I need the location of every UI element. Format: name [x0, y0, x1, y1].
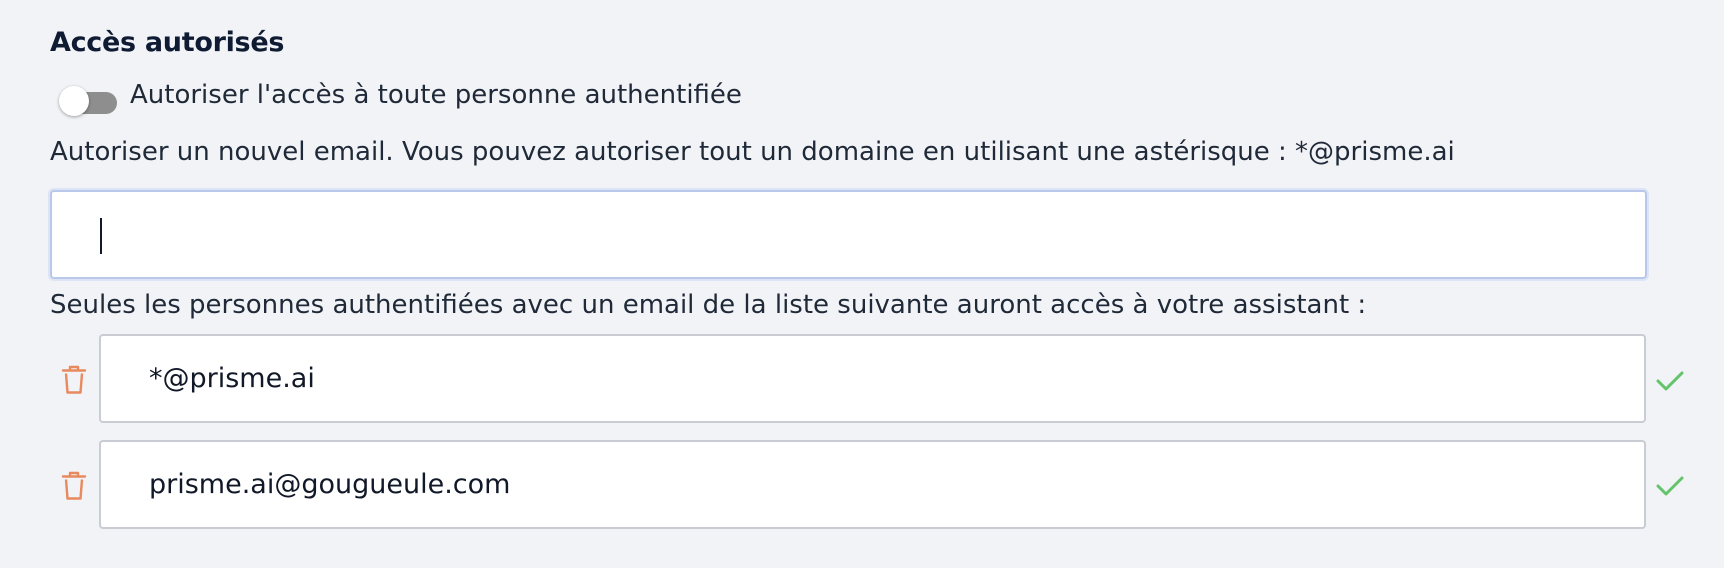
toggle-knob — [59, 86, 89, 116]
check-icon — [1655, 369, 1685, 393]
section-title: Accès autorisés — [50, 27, 285, 58]
allowed-list-caption: Seules les personnes authentifiées avec … — [50, 290, 1367, 320]
new-email-help-text: Autoriser un nouvel email. Vous pouvez a… — [50, 137, 1455, 167]
allow-all-authenticated-toggle[interactable] — [59, 86, 117, 120]
allowed-email-input[interactable] — [99, 334, 1646, 423]
trash-icon[interactable] — [60, 364, 88, 396]
check-icon — [1655, 474, 1685, 498]
trash-icon[interactable] — [60, 470, 88, 502]
new-email-input[interactable] — [50, 190, 1647, 279]
allowed-email-input[interactable] — [99, 440, 1646, 529]
toggle-label: Autoriser l'accès à toute personne authe… — [130, 80, 742, 110]
text-caret — [100, 218, 102, 254]
